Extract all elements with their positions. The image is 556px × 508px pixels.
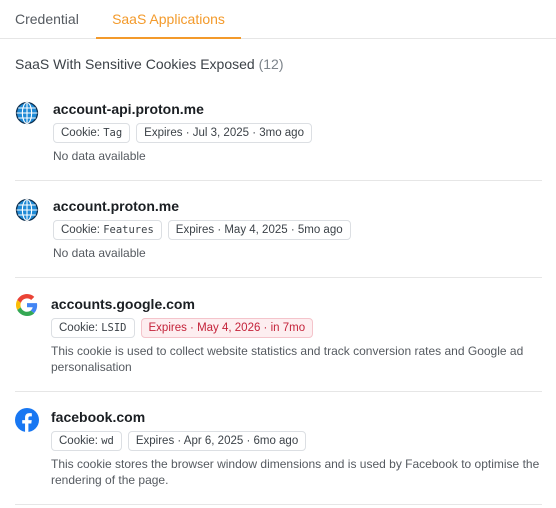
cookie-description: No data available	[53, 149, 146, 163]
tab-bar: Credential SaaS Applications	[0, 0, 556, 39]
list-item: facebook.com Cookie: wd Expires · Apr 6,…	[15, 392, 542, 505]
cookie-name: Tag	[103, 127, 123, 139]
cookie-badge: Cookie: LSID	[51, 318, 135, 338]
domain-name[interactable]: accounts.google.com	[51, 296, 195, 312]
domain-name[interactable]: facebook.com	[51, 409, 145, 425]
cookie-name: LSID	[101, 322, 127, 334]
globe-icon	[15, 198, 39, 222]
globe-icon	[15, 101, 39, 125]
cookie-description: This cookie is used to collect website s…	[51, 344, 524, 374]
badge-row: Cookie: Features Expires · May 4, 2025 ·…	[53, 220, 351, 240]
tab-credential[interactable]: Credential	[15, 0, 79, 39]
cookie-name: wd	[101, 435, 114, 447]
cookie-badge: Cookie: Tag	[53, 123, 131, 143]
expires-badge: Expires · Jul 3, 2025 · 3mo ago	[136, 123, 312, 143]
badge-row: Cookie: Tag Expires · Jul 3, 2025 · 3mo …	[53, 123, 312, 143]
section-title-text: SaaS With Sensitive Cookies Exposed	[15, 56, 255, 72]
badge-row: Cookie: wd Expires · Apr 6, 2025 · 6mo a…	[51, 431, 307, 451]
facebook-icon	[15, 408, 39, 432]
cookie-badge: Cookie: Features	[53, 220, 162, 240]
cookie-name: Features	[103, 224, 154, 236]
expires-badge: Expires · May 4, 2025 · 5mo ago	[167, 220, 351, 240]
expires-badge: Expires · Apr 6, 2025 · 6mo ago	[127, 431, 307, 451]
list-item: account-api.proton.me Cookie: Tag Expire…	[15, 90, 542, 181]
cookie-description: This cookie stores the browser window di…	[51, 457, 540, 487]
expires-badge: Expires · May 4, 2026 · in 7mo	[140, 318, 314, 338]
list-item: accounts.google.com Cookie: LSID Expires…	[15, 278, 542, 392]
tab-saas-applications[interactable]: SaaS Applications	[96, 0, 241, 39]
badge-row: Cookie: LSID Expires · May 4, 2026 · in …	[51, 318, 314, 338]
google-icon	[16, 294, 38, 316]
cookie-badge: Cookie: wd	[51, 431, 122, 451]
list-item: account.proton.me Cookie: Features Expir…	[15, 181, 542, 278]
section-title: SaaS With Sensitive Cookies Exposed (12)	[15, 56, 283, 72]
section-count: (12)	[258, 56, 284, 72]
domain-name[interactable]: account-api.proton.me	[53, 101, 204, 117]
domain-name[interactable]: account.proton.me	[53, 198, 179, 214]
cookie-description: No data available	[53, 246, 146, 260]
